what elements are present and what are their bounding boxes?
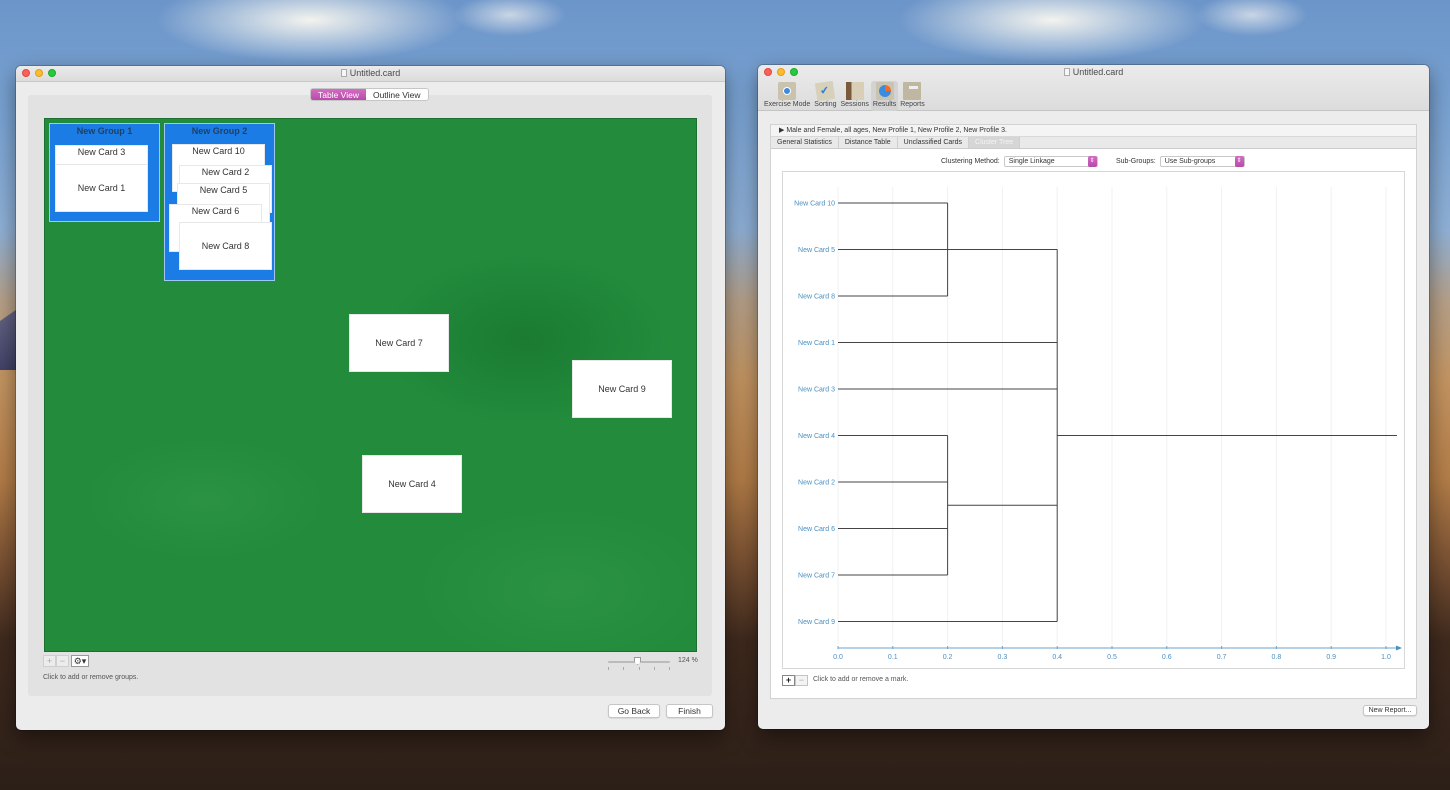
card-table[interactable]: New Group 1 New Card 3 New Card 1 New Gr…	[44, 118, 697, 652]
window-title: Untitled.card	[758, 67, 1429, 77]
card-new-card-3[interactable]: New Card 3	[55, 145, 148, 165]
zoom-slider-ticks	[608, 667, 670, 670]
leaf-label: New Card 2	[798, 480, 835, 487]
tab-outline-view[interactable]: Outline View	[365, 89, 428, 100]
x-tick-label: 0.6	[1162, 654, 1172, 661]
zoom-level: 124 %	[678, 657, 698, 664]
leaf-label: New Card 9	[798, 619, 835, 626]
results-tabs: General Statistics Distance Table Unclas…	[771, 137, 1416, 149]
cluster-tree-chart: New Card 10 New Card 5 New Card 8 New Card …	[782, 171, 1405, 669]
view-segmented-control: Table View Outline View	[310, 88, 429, 101]
toolbar-results[interactable]: Results	[870, 81, 899, 111]
x-tick-label: 0.5	[1107, 654, 1117, 661]
x-tick-label: 0.1	[888, 654, 898, 661]
card-new-card-9[interactable]: New Card 9	[572, 360, 672, 418]
dendrogram-svg: New Card 10 New Card 5 New Card 8 New Card …	[794, 187, 1402, 661]
document-icon	[340, 69, 347, 77]
add-remove-mark-hint: Click to add or remove a mark.	[813, 676, 909, 683]
title-bar[interactable]: Untitled.card	[16, 66, 725, 82]
leaf-label: New Card 8	[798, 294, 835, 301]
sub-groups-label: Sub-Groups:	[1116, 158, 1156, 165]
card-new-card-1[interactable]: New Card 1	[55, 164, 148, 212]
add-group-button[interactable]: +	[43, 655, 56, 667]
x-axis-arrow-icon	[1396, 645, 1402, 651]
sorting-icon	[815, 80, 836, 102]
leaf-label: New Card 7	[798, 573, 835, 580]
leaf-label: New Card 3	[798, 387, 835, 394]
zoom-slider[interactable]	[608, 657, 670, 665]
filter-disclosure[interactable]: ▶ Male and Female, all ages, New Profile…	[771, 125, 1416, 137]
reports-icon	[903, 82, 922, 100]
x-tick-label: 0.7	[1217, 654, 1227, 661]
clustering-method-label: Clustering Method:	[941, 158, 1000, 165]
tab-unclassified-cards[interactable]: Unclassified Cards	[898, 137, 970, 148]
title-bar[interactable]: Untitled.card Exercise Mode Sorting Sess…	[758, 65, 1429, 111]
sub-groups-select[interactable]: Use Sub-groups ⇕	[1159, 156, 1245, 167]
results-window: Untitled.card Exercise Mode Sorting Sess…	[758, 65, 1429, 729]
card-new-card-7[interactable]: New Card 7	[349, 314, 449, 372]
go-back-button[interactable]: Go Back	[608, 704, 660, 718]
clustering-method-control: Clustering Method: Single Linkage ⇕	[941, 156, 1098, 167]
chevron-updown-icon: ⇕	[1234, 156, 1244, 167]
tab-table-view[interactable]: Table View	[311, 89, 366, 100]
remove-group-button[interactable]: −	[56, 655, 69, 667]
toolbar-sessions[interactable]: Sessions	[838, 81, 870, 111]
group-title[interactable]: New Group 2	[165, 126, 274, 136]
clustering-method-select[interactable]: Single Linkage ⇕	[1003, 156, 1098, 167]
leaf-label: New Card 10	[794, 201, 835, 208]
group-toolbar: + − ⚙▾	[43, 655, 89, 667]
leaf-label: New Card 5	[798, 247, 835, 254]
x-tick-label: 0.9	[1326, 654, 1336, 661]
results-icon	[875, 82, 894, 100]
tab-cluster-tree[interactable]: Cluster Tree	[969, 137, 1021, 148]
x-tick-label: 0.0	[833, 654, 843, 661]
document-icon	[1063, 68, 1070, 76]
add-remove-groups-hint: Click to add or remove groups.	[43, 674, 139, 681]
x-tick-label: 0.8	[1272, 654, 1282, 661]
x-tick-label: 0.3	[998, 654, 1008, 661]
finish-button[interactable]: Finish	[666, 704, 713, 718]
new-report-button[interactable]: New Report...	[1363, 705, 1417, 716]
card-new-card-8[interactable]: New Card 8	[179, 222, 272, 270]
group-new-group-2[interactable]: New Group 2 New Card 10 New Card 2 New C…	[164, 123, 275, 281]
chevron-updown-icon: ⇕	[1087, 156, 1097, 167]
leaf-label: New Card 1	[798, 340, 835, 347]
toolbar-reports[interactable]: Reports	[898, 81, 927, 111]
gear-menu-button[interactable]: ⚙▾	[71, 655, 89, 667]
exercise-mode-icon	[778, 82, 797, 100]
x-tick-label: 1.0	[1381, 654, 1391, 661]
leaf-label: New Card 4	[798, 433, 835, 440]
main-toolbar: Exercise Mode Sorting Sessions Results R…	[762, 80, 927, 111]
sub-groups-control: Sub-Groups: Use Sub-groups ⇕	[1116, 156, 1245, 167]
results-panel: ▶ Male and Female, all ages, New Profile…	[770, 124, 1417, 699]
sessions-icon	[845, 82, 864, 100]
toolbar-sorting[interactable]: Sorting	[812, 80, 838, 111]
add-mark-button[interactable]: +	[782, 675, 795, 686]
group-new-group-1[interactable]: New Group 1 New Card 3 New Card 1	[49, 123, 160, 222]
mark-toolbar: + −	[782, 675, 808, 686]
card-sorting-window: Untitled.card Table View Outline View Ne…	[16, 66, 725, 730]
window-title: Untitled.card	[16, 68, 725, 78]
x-tick-label: 0.2	[943, 654, 953, 661]
card-new-card-4[interactable]: New Card 4	[362, 455, 462, 513]
x-tick-label: 0.4	[1052, 654, 1062, 661]
group-title[interactable]: New Group 1	[50, 126, 159, 136]
tab-general-statistics[interactable]: General Statistics	[771, 137, 839, 148]
gear-icon: ⚙▾	[73, 656, 87, 666]
remove-mark-button[interactable]: −	[795, 675, 808, 686]
tab-distance-table[interactable]: Distance Table	[839, 137, 898, 148]
leaf-label: New Card 6	[798, 526, 835, 533]
toolbar-exercise-mode[interactable]: Exercise Mode	[762, 81, 812, 111]
